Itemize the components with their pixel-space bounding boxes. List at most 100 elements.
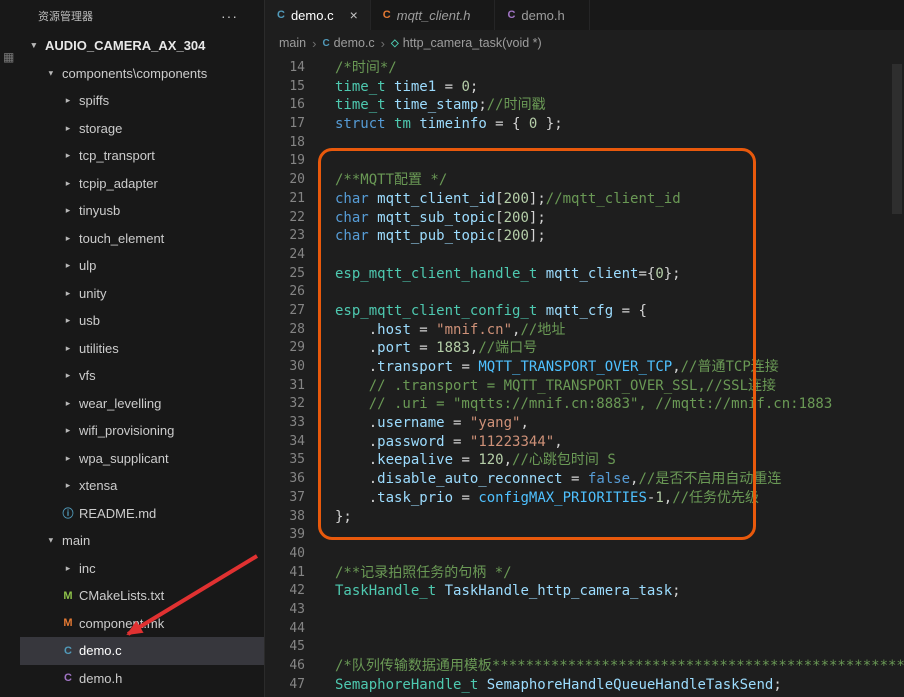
tree-item-wear_levelling[interactable]: ▸ wear_levelling (20, 390, 264, 418)
code-editor[interactable]: 14 /*时间*/ 15 time_t time1 = 0; 16 time_t time… (265, 56, 904, 697)
tree-item-label: xtensa (79, 478, 118, 494)
token: char (335, 228, 369, 245)
code-line[interactable]: 21 char mqtt_client_id[200];//mqtt_client… (265, 190, 904, 209)
chevron-right-icon: ▸ (65, 122, 71, 133)
token: host (377, 321, 411, 338)
code-line[interactable]: 42 TaskHandle_t TaskHandle_http_camera_ta… (265, 582, 904, 601)
code-text: /**记录拍照任务的句柄 */ (335, 564, 512, 583)
tree-item-tcp_transport[interactable]: ▸ tcp_transport (20, 142, 264, 170)
code-line[interactable]: 39 (265, 526, 904, 545)
code-line[interactable]: 16 time_t time_stamp;//时间戳 (265, 96, 904, 115)
code-line[interactable]: 38}; (265, 508, 904, 527)
token: , (663, 489, 673, 506)
close-icon[interactable]: × (350, 8, 358, 22)
code-line[interactable]: 45 (265, 638, 904, 657)
tree-item-component.mk[interactable]: Mcomponent.mk (20, 610, 264, 638)
tree-item-unity[interactable]: ▸ unity (20, 280, 264, 308)
tree-item-vfs[interactable]: ▸ vfs (20, 362, 264, 390)
code-line[interactable]: 24 (265, 246, 904, 265)
code-line[interactable]: 44 (265, 620, 904, 639)
code-line[interactable]: 34 .password = "11223344", (265, 433, 904, 452)
tree-item-inc[interactable]: ▸ inc (20, 555, 264, 583)
tree-item-xtensa[interactable]: ▸ xtensa (20, 472, 264, 500)
code-line[interactable]: 33 .username = "yang", (265, 414, 904, 433)
chevron-right-icon: ▸ (65, 480, 71, 491)
tree-item-storage[interactable]: ▸ storage (20, 115, 264, 143)
code-line[interactable]: 43 (265, 601, 904, 620)
file-type-icon: C (64, 644, 72, 657)
tree-item-demo.h[interactable]: Cdemo.h (20, 665, 264, 693)
chevron-right-icon: ▸ (65, 370, 71, 381)
tree-item-label: tinyusb (79, 203, 121, 219)
code-line[interactable]: 15 time_t time1 = 0; (265, 78, 904, 97)
token: port (377, 340, 411, 357)
code-line[interactable]: 31 // .transport = MQTT_TRANSPORT_OVER_S… (265, 377, 904, 396)
tree-item-usb[interactable]: ▸ usb (20, 307, 264, 335)
tree-item-tcpip_adapter[interactable]: ▸ tcpip_adapter (20, 170, 264, 198)
token: = (410, 340, 437, 357)
code-line[interactable]: 23 char mqtt_pub_topic[200]; (265, 227, 904, 246)
code-line[interactable]: 18 (265, 134, 904, 153)
breadcrumb-item[interactable]: Cdemo.c (322, 36, 374, 50)
tree-item-main[interactable]: ▸ main (20, 527, 264, 555)
breadcrumb-item[interactable]: ◇ http_camera_task(void *) (391, 36, 542, 50)
tab-demo.h[interactable]: Cdemo.h (495, 0, 590, 30)
token: }; (537, 116, 563, 133)
line-number: 26 (289, 284, 305, 300)
code-text: .disable_auto_reconnect = false,//是否不启用自… (335, 470, 782, 489)
code-line[interactable]: 36 .disable_auto_reconnect = false,//是否不… (265, 470, 904, 489)
code-line[interactable]: 41 /**记录拍照任务的句柄 */ (265, 564, 904, 583)
file-type-icon: C (507, 9, 516, 21)
code-text: .host = "mnif.cn",//地址 (335, 321, 566, 340)
code-line[interactable]: 29 .port = 1883,//端口号 (265, 339, 904, 358)
editor-scrollbar[interactable] (892, 64, 902, 214)
token: password (377, 433, 445, 450)
code-line[interactable]: 47 SemaphoreHandle_t SemaphoreHandleQueue… (265, 676, 904, 695)
code-line[interactable]: 27 esp_mqtt_client_config_t mqtt_cfg = { (265, 302, 904, 321)
code-line[interactable]: 14 /*时间*/ (265, 59, 904, 78)
code-line[interactable]: 40 (265, 545, 904, 564)
tree-item-touch_element[interactable]: ▸ touch_element (20, 225, 264, 253)
code-line[interactable]: 32 // .uri = "mqtts://mnif.cn:8883", //m… (265, 395, 904, 414)
tree-item-wpa_supplicant[interactable]: ▸ wpa_supplicant (20, 445, 264, 473)
activity-bar-icon[interactable]: ▦ (3, 50, 14, 64)
code-line[interactable]: 17 struct tm timeinfo = { 0 }; (265, 115, 904, 134)
tree-item-README.md[interactable]: ⓘ README.md (20, 500, 264, 528)
line-number: 19 (289, 153, 305, 169)
tree-item-spiffs[interactable]: ▸ spiffs (20, 87, 264, 115)
more-actions-icon[interactable]: ··· (221, 8, 238, 24)
code-text: char mqtt_pub_topic[200]; (335, 227, 546, 246)
code-line[interactable]: 26 (265, 283, 904, 302)
tree-item-AUDIO_CAMERA_AX_304[interactable]: ▸ AUDIO_CAMERA_AX_304 (20, 32, 264, 60)
code-line[interactable]: 35 .keepalive = 120,//心跳包时间 S (265, 451, 904, 470)
code-line[interactable]: 22 char mqtt_sub_topic[200]; (265, 209, 904, 228)
tab-demo.c[interactable]: Cdemo.c × (265, 0, 371, 30)
tab-bar: Cdemo.c × Cmqtt_client.h Cdemo.h (265, 0, 904, 30)
tree-item-utilities[interactable]: ▸ utilities (20, 335, 264, 363)
code-line[interactable]: 28 .host = "mnif.cn",//地址 (265, 321, 904, 340)
token: = (453, 359, 479, 375)
code-line[interactable]: 20 /**MQTT配置 */ (265, 171, 904, 190)
tree-item-label: main (62, 533, 91, 549)
chevron-down-icon: ▸ (29, 43, 40, 49)
code-line[interactable]: 19 (265, 152, 904, 171)
breadcrumb-item[interactable]: main (279, 36, 306, 50)
token: 1 (655, 489, 664, 506)
breadcrumb: main › Cdemo.c › ◇ http_camera_task(void *) (265, 30, 904, 56)
code-line[interactable]: 30 .transport = MQTT_TRANSPORT_OVER_TCP,… (265, 358, 904, 377)
code-line[interactable]: 37 .task_prio = configMAX_PRIORITIES-1,/… (265, 489, 904, 508)
code-line[interactable]: 46 /*队列传输数据通用模板**************************… (265, 657, 904, 676)
tree-item-tinyusb[interactable]: ▸ tinyusb (20, 197, 264, 225)
tree-item-components-components[interactable]: ▸ components\components (20, 60, 264, 88)
token: // .transport = MQTT_TRANSPORT_OVER_SSL,… (335, 377, 777, 394)
tab-mqtt_client.h[interactable]: Cmqtt_client.h (371, 0, 496, 30)
tree-item-ulp[interactable]: ▸ ulp (20, 252, 264, 280)
tree-item-wifi_provisioning[interactable]: ▸ wifi_provisioning (20, 417, 264, 445)
code-line[interactable]: 25 esp_mqtt_client_handle_t mqtt_client={… (265, 265, 904, 284)
token: struct (335, 116, 386, 133)
tree-item-CMakeLists.txt[interactable]: M CMakeLists.txt (20, 582, 264, 610)
tree-item-demo.c[interactable]: Cdemo.c (20, 637, 264, 665)
